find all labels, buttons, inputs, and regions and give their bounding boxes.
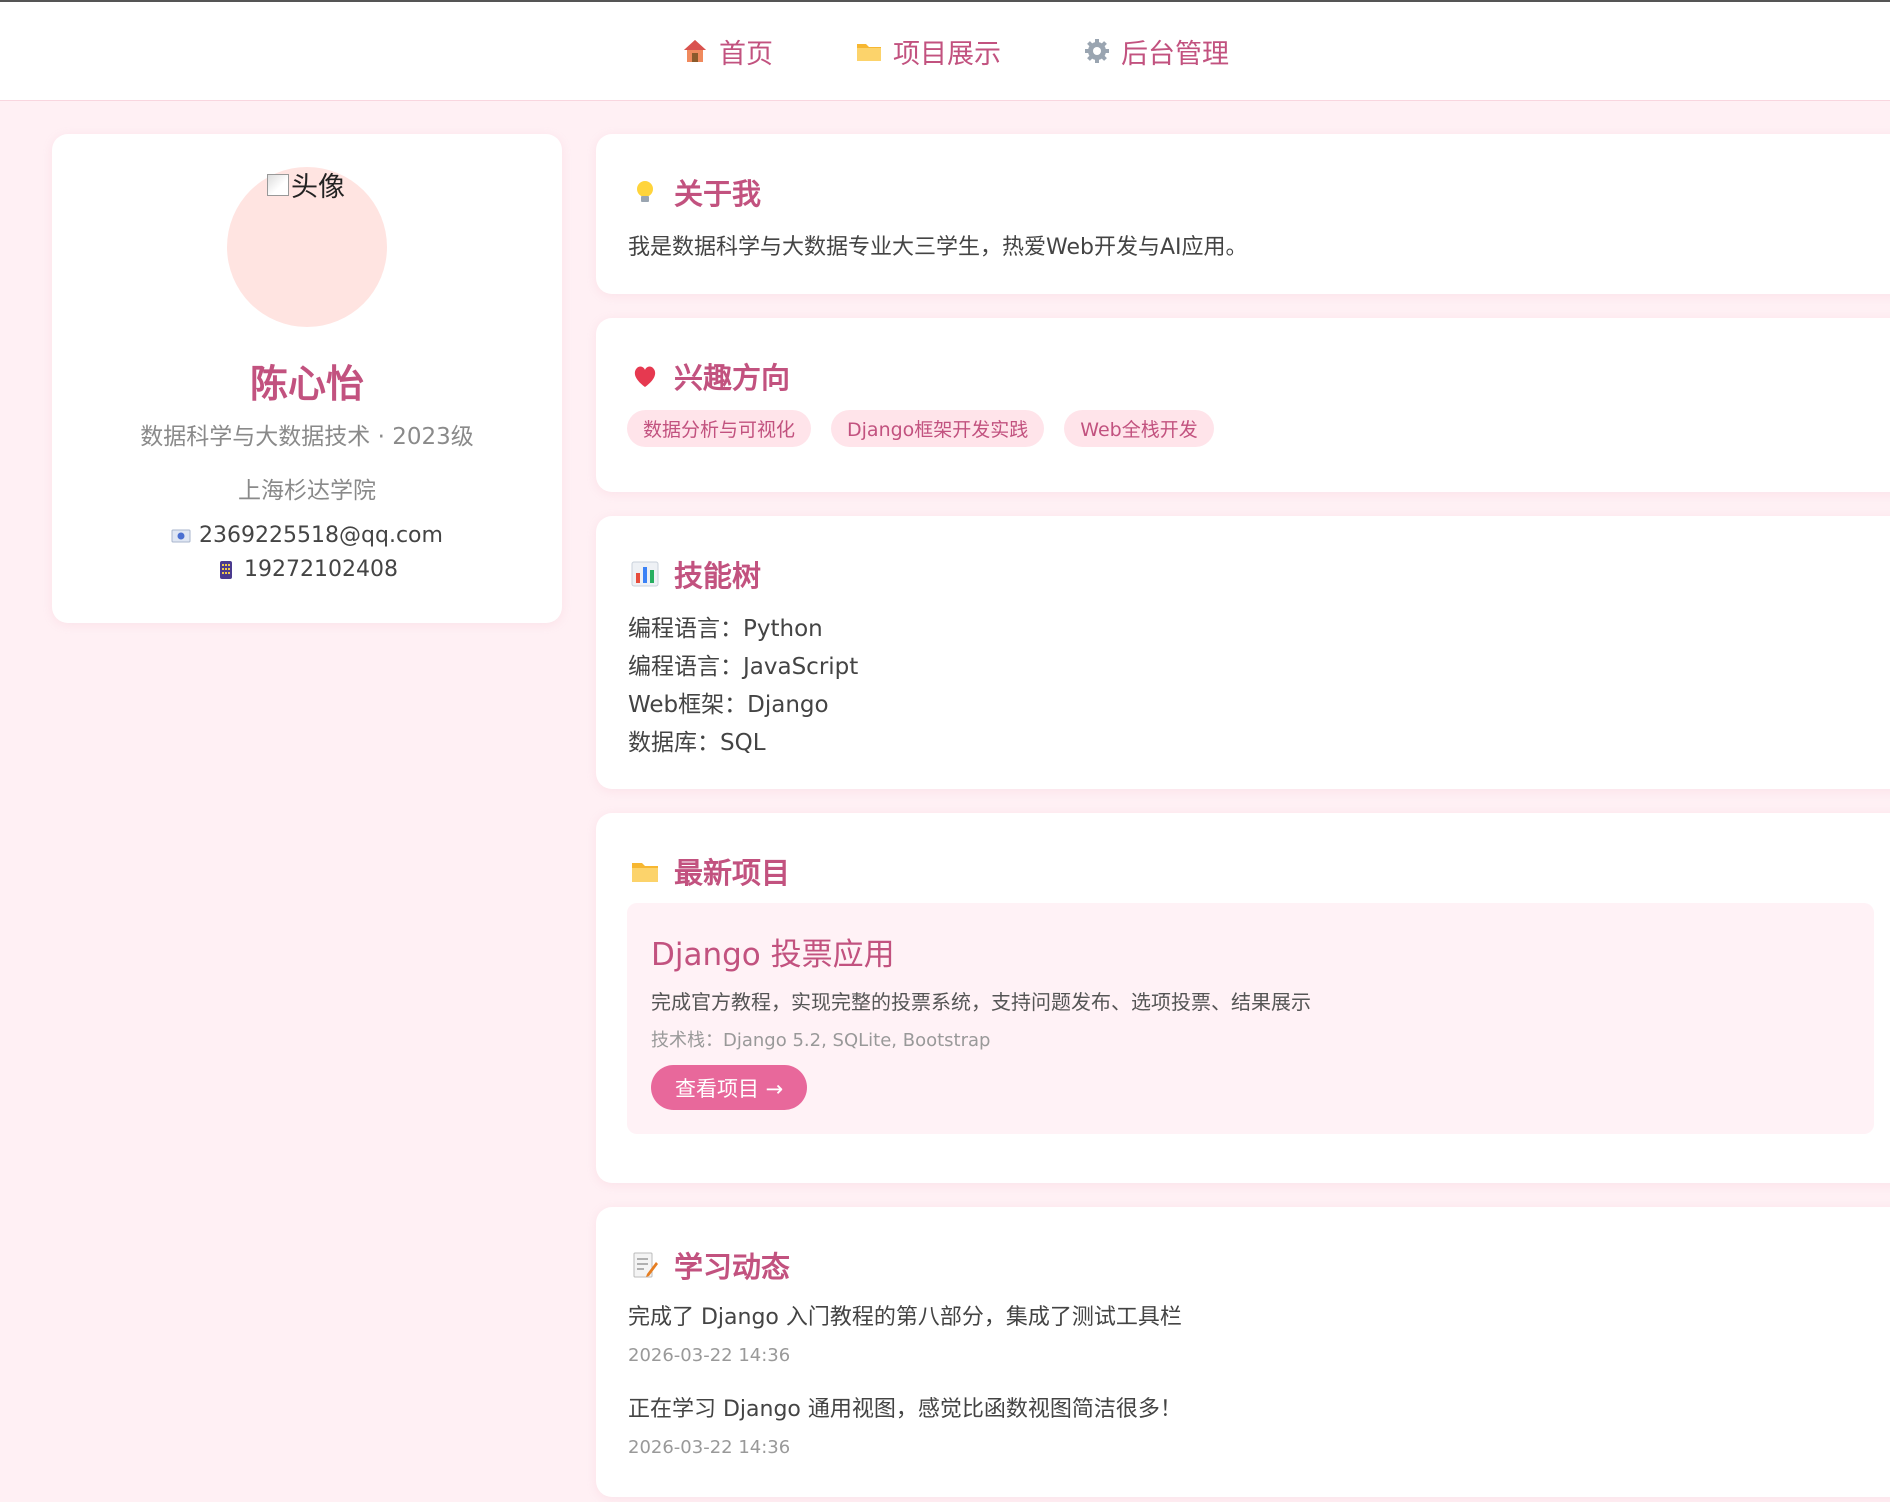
updates-card: 学习动态 完成了 Django 入门教程的第八部分，集成了测试工具栏 2026-… — [596, 1207, 1890, 1497]
skills-card: 技能树 编程语言：Python 编程语言：JavaScript Web框架：Dj… — [596, 516, 1890, 789]
nav-home[interactable]: 首页 — [681, 32, 773, 71]
project-tech-stack: 技术栈：Django 5.2, SQLite, Bootstrap — [651, 1030, 991, 1051]
skill-item: Web框架：Django — [628, 692, 829, 718]
about-text: 我是数据科学与大数据专业大三学生，热爱Web开发与AI应用。 — [628, 235, 1248, 260]
interests-card: 兴趣方向 数据分析与可视化 Django框架开发实践 Web全栈开发 — [596, 318, 1890, 492]
folder-icon — [632, 863, 658, 882]
interests-title: 兴趣方向 — [630, 355, 790, 397]
interests-title-text: 兴趣方向 — [674, 361, 791, 395]
memo-icon — [633, 1252, 658, 1278]
phone-icon — [220, 560, 233, 579]
update-item: 完成了 Django 入门教程的第八部分，集成了测试工具栏 2026-03-22… — [628, 1299, 1182, 1366]
lightbulb-icon — [637, 181, 653, 202]
phone-text[interactable]: 19272102408 — [244, 557, 398, 582]
update-item: 正在学习 Django 通用视图，感觉比函数视图简洁很多！ 2026-03-22… — [628, 1391, 1182, 1458]
folder-icon — [857, 44, 881, 61]
interest-tag: 数据分析与可视化 — [627, 410, 812, 447]
nav-admin[interactable]: 后台管理 — [1083, 32, 1229, 71]
skill-item: 数据库：SQL — [628, 730, 766, 756]
email-icon — [171, 529, 191, 542]
project-item: Django 投票应用 完成官方教程，实现完整的投票系统，支持问题发布、选项投票… — [627, 903, 1874, 1134]
project-title[interactable]: Django 投票应用 — [651, 929, 895, 974]
bar-chart-icon — [631, 561, 659, 587]
interest-tag: Django框架开发实践 — [831, 410, 1045, 447]
profile-phone: 19272102408 — [52, 557, 562, 582]
nav-projects-label: 项目展示 — [893, 38, 1001, 70]
projects-card: 最新项目 Django 投票应用 完成官方教程，实现完整的投票系统，支持问题发布… — [596, 813, 1890, 1183]
skill-item: 编程语言：JavaScript — [628, 654, 859, 680]
skill-list: 编程语言：Python 编程语言：JavaScript Web框架：Django… — [628, 610, 858, 762]
gear-icon — [1085, 39, 1109, 63]
skills-title-text: 技能树 — [674, 559, 762, 593]
broken-image-icon — [267, 173, 289, 196]
nav-projects[interactable]: 项目展示 — [855, 32, 1001, 71]
update-time: 2026-03-22 14:36 — [628, 1437, 791, 1458]
avatar-broken-image: 头像 — [267, 165, 345, 204]
interest-tag: Web全栈开发 — [1064, 410, 1214, 447]
profile-card: 头像 陈心怡 数据科学与大数据技术 · 2023级 上海杉达学院 2369225… — [52, 134, 562, 623]
update-text: 完成了 Django 入门教程的第八部分，集成了测试工具栏 — [628, 1305, 1182, 1330]
projects-title-text: 最新项目 — [674, 856, 791, 890]
project-description: 完成官方教程，实现完整的投票系统，支持问题发布、选项投票、结果展示 — [651, 990, 1311, 1014]
top-nav: 首页 项目展示 后台管理 — [0, 2, 1890, 101]
profile-email: 2369225518@qq.com — [52, 523, 562, 548]
projects-title: 最新项目 — [630, 850, 790, 892]
skill-item: 编程语言：Python — [628, 616, 823, 642]
about-title-text: 关于我 — [674, 177, 762, 211]
profile-name: 陈心怡 — [249, 362, 364, 406]
skills-title: 技能树 — [630, 553, 761, 595]
about-card: 关于我 我是数据科学与大数据专业大三学生，热爱Web开发与AI应用。 — [596, 134, 1890, 294]
about-title: 关于我 — [630, 171, 761, 213]
email-text[interactable]: 2369225518@qq.com — [199, 523, 443, 548]
nav-home-label: 首页 — [719, 38, 773, 70]
profile-major: 数据科学与大数据技术 · 2023级 — [140, 424, 474, 450]
heart-icon — [634, 366, 656, 387]
updates-title-text: 学习动态 — [674, 1250, 791, 1284]
house-icon — [684, 40, 706, 62]
avatar-alt-text: 头像 — [291, 172, 345, 203]
updates-title: 学习动态 — [630, 1244, 790, 1286]
interest-tags: 数据分析与可视化 Django框架开发实践 Web全栈开发 — [627, 410, 1214, 447]
nav-admin-label: 后台管理 — [1121, 38, 1229, 70]
update-text: 正在学习 Django 通用视图，感觉比函数视图简洁很多！ — [628, 1397, 1182, 1422]
update-time: 2026-03-22 14:36 — [628, 1345, 791, 1366]
view-project-button[interactable]: 查看项目 → — [651, 1065, 808, 1110]
profile-school: 上海杉达学院 — [238, 478, 376, 504]
